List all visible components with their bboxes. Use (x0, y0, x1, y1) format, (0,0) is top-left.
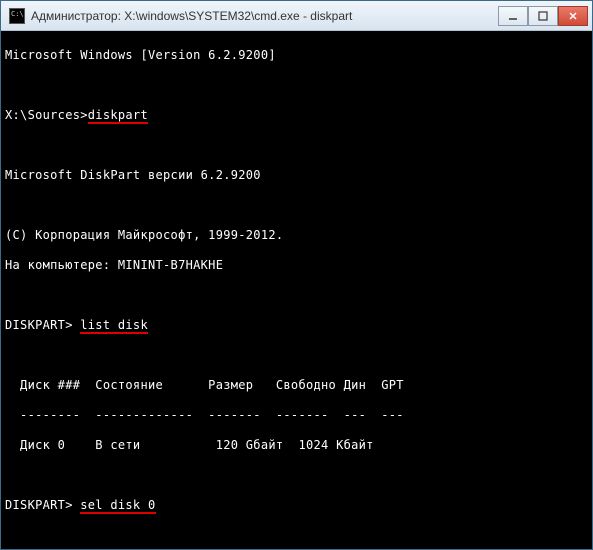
minimize-button[interactable] (498, 6, 528, 26)
close-button[interactable] (558, 6, 588, 26)
table-row: Диск 0 В сети 120 Gбайт 1024 Kбайт (5, 438, 588, 453)
command: list disk (80, 318, 148, 334)
maximize-icon (538, 11, 548, 21)
maximize-button[interactable] (528, 6, 558, 26)
output-line (5, 138, 588, 153)
cmd-window: Администратор: X:\windows\SYSTEM32\cmd.e… (0, 0, 593, 550)
output-line: На компьютере: MININT-B7HAKHE (5, 258, 588, 273)
output-line (5, 468, 588, 483)
window-title: Администратор: X:\windows\SYSTEM32\cmd.e… (31, 9, 498, 23)
output-line: (C) Корпорация Майкрософт, 1999-2012. (5, 228, 588, 243)
prompt-line: X:\Sources>diskpart (5, 108, 588, 123)
command: diskpart (88, 108, 148, 124)
output-line: Microsoft DiskPart версии 6.2.9200 (5, 168, 588, 183)
prompt-line: DISKPART> list disk (5, 318, 588, 333)
output-line (5, 78, 588, 93)
console-output[interactable]: Microsoft Windows [Version 6.2.9200] X:\… (1, 31, 592, 549)
prompt-line: DISKPART> sel disk 0 (5, 498, 588, 513)
table-header: Диск ### Состояние Размер Свободно Дин G… (5, 378, 588, 393)
close-icon (568, 11, 578, 21)
command: sel disk 0 (80, 498, 155, 514)
output-line (5, 198, 588, 213)
output-line: Microsoft Windows [Version 6.2.9200] (5, 48, 588, 63)
output-line (5, 528, 588, 543)
window-controls (498, 6, 588, 26)
minimize-icon (508, 11, 518, 21)
output-line (5, 348, 588, 363)
titlebar[interactable]: Администратор: X:\windows\SYSTEM32\cmd.e… (1, 1, 592, 31)
prompt: X:\Sources> (5, 108, 88, 122)
table-divider: -------- ------------- ------- ------- -… (5, 408, 588, 423)
cmd-icon (9, 8, 25, 24)
output-line (5, 288, 588, 303)
prompt: DISKPART> (5, 318, 80, 332)
prompt: DISKPART> (5, 498, 80, 512)
